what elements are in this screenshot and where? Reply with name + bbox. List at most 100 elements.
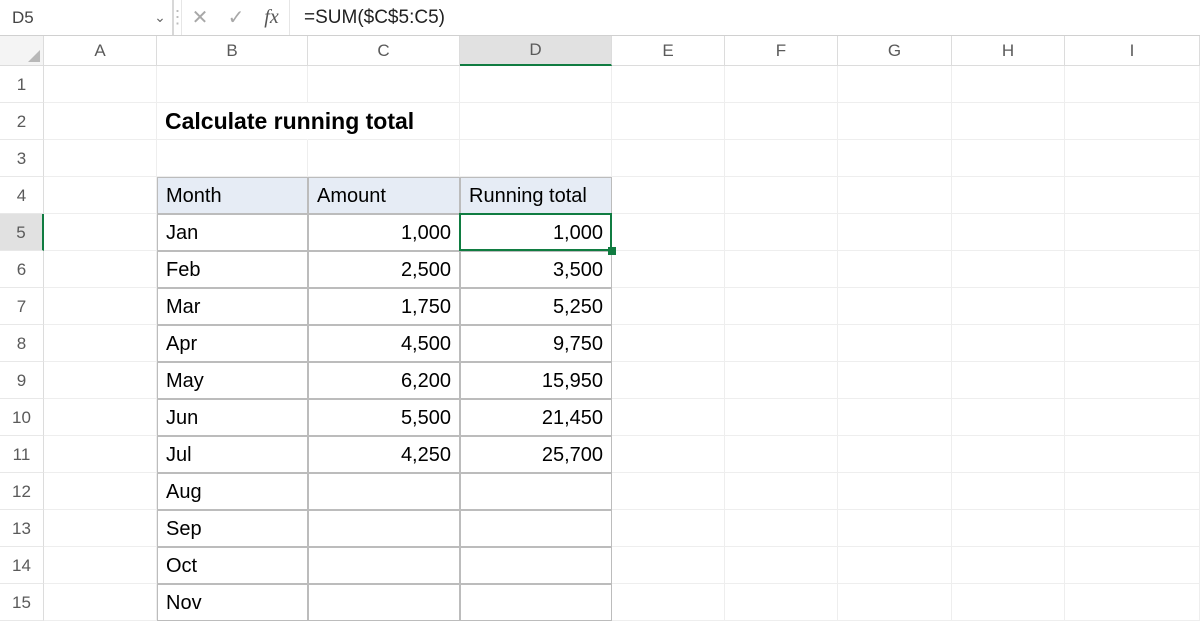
cell[interactable] <box>952 251 1065 288</box>
col-header-h[interactable]: H <box>952 36 1065 66</box>
table-header-running-total[interactable]: Running total <box>460 177 612 214</box>
cell[interactable] <box>952 399 1065 436</box>
table-header-amount[interactable]: Amount <box>308 177 460 214</box>
cell-amount[interactable] <box>308 584 460 621</box>
cell[interactable] <box>612 436 725 473</box>
cell[interactable] <box>44 214 157 251</box>
cell[interactable] <box>1065 288 1200 325</box>
cell[interactable] <box>838 399 952 436</box>
cell[interactable] <box>44 362 157 399</box>
row-header-6[interactable]: 6 <box>0 251 44 288</box>
cell[interactable] <box>952 177 1065 214</box>
cell-amount[interactable]: 4,500 <box>308 325 460 362</box>
cell-amount[interactable] <box>308 473 460 510</box>
cell[interactable] <box>1065 66 1200 103</box>
cell[interactable] <box>952 362 1065 399</box>
cell[interactable] <box>460 103 612 140</box>
cell[interactable] <box>44 510 157 547</box>
row-header-15[interactable]: 15 <box>0 584 44 621</box>
cell[interactable] <box>44 251 157 288</box>
row-header-10[interactable]: 10 <box>0 399 44 436</box>
cell[interactable] <box>725 399 838 436</box>
cell[interactable] <box>952 325 1065 362</box>
cell[interactable] <box>1065 547 1200 584</box>
worksheet-title[interactable]: Calculate running total <box>157 103 308 140</box>
col-header-e[interactable]: E <box>612 36 725 66</box>
cell-month[interactable]: May <box>157 362 308 399</box>
cell[interactable] <box>725 473 838 510</box>
cell[interactable] <box>725 251 838 288</box>
cell-month[interactable]: Feb <box>157 251 308 288</box>
cell[interactable] <box>44 140 157 177</box>
cell[interactable] <box>952 547 1065 584</box>
cell[interactable] <box>157 66 308 103</box>
cell[interactable] <box>1065 436 1200 473</box>
cell[interactable] <box>1065 177 1200 214</box>
cell-month[interactable]: Aug <box>157 473 308 510</box>
row-header-5[interactable]: 5 <box>0 214 44 251</box>
table-header-month[interactable]: Month <box>157 177 308 214</box>
cell[interactable] <box>1065 251 1200 288</box>
cell-month[interactable]: Jun <box>157 399 308 436</box>
cell-amount[interactable] <box>308 547 460 584</box>
cell[interactable] <box>612 288 725 325</box>
cell[interactable] <box>952 436 1065 473</box>
col-header-i[interactable]: I <box>1065 36 1200 66</box>
cell[interactable] <box>460 66 612 103</box>
cell[interactable] <box>44 288 157 325</box>
cell[interactable] <box>952 214 1065 251</box>
cell[interactable] <box>838 510 952 547</box>
cell[interactable] <box>725 547 838 584</box>
cell-amount[interactable]: 2,500 <box>308 251 460 288</box>
row-header-14[interactable]: 14 <box>0 547 44 584</box>
cell-running-total[interactable]: 25,700 <box>460 436 612 473</box>
cell-month[interactable]: Sep <box>157 510 308 547</box>
cell[interactable] <box>838 214 952 251</box>
row-header-13[interactable]: 13 <box>0 510 44 547</box>
cell[interactable] <box>1065 362 1200 399</box>
cell[interactable] <box>1065 510 1200 547</box>
cell[interactable] <box>1065 473 1200 510</box>
cell[interactable] <box>838 103 952 140</box>
col-header-a[interactable]: A <box>44 36 157 66</box>
row-header-8[interactable]: 8 <box>0 325 44 362</box>
cell-running-total[interactable]: 9,750 <box>460 325 612 362</box>
cell[interactable] <box>1065 399 1200 436</box>
cell[interactable] <box>838 362 952 399</box>
cell[interactable] <box>612 177 725 214</box>
cell[interactable] <box>952 140 1065 177</box>
cell[interactable] <box>725 66 838 103</box>
cell[interactable] <box>308 66 460 103</box>
cell[interactable] <box>725 177 838 214</box>
cell[interactable] <box>952 473 1065 510</box>
cell[interactable] <box>44 177 157 214</box>
cell[interactable] <box>612 510 725 547</box>
cell-running-total[interactable]: 15,950 <box>460 362 612 399</box>
cell-amount[interactable]: 4,250 <box>308 436 460 473</box>
cell[interactable] <box>612 103 725 140</box>
cell[interactable] <box>44 103 157 140</box>
cell[interactable] <box>725 362 838 399</box>
vertical-dots-icon[interactable]: ⋮ <box>174 0 182 35</box>
cell[interactable] <box>612 251 725 288</box>
cell-amount[interactable] <box>308 510 460 547</box>
row-header-2[interactable]: 2 <box>0 103 44 140</box>
cell-running-total[interactable]: 3,500 <box>460 251 612 288</box>
cell[interactable] <box>952 66 1065 103</box>
cell[interactable] <box>838 66 952 103</box>
cell-amount[interactable]: 1,750 <box>308 288 460 325</box>
col-header-c[interactable]: C <box>308 36 460 66</box>
cell[interactable] <box>612 399 725 436</box>
cell-amount[interactable]: 1,000 <box>308 214 460 251</box>
col-header-b[interactable]: B <box>157 36 308 66</box>
cell[interactable] <box>460 140 612 177</box>
row-header-11[interactable]: 11 <box>0 436 44 473</box>
name-box[interactable]: D5 <box>12 0 148 36</box>
cell[interactable] <box>838 473 952 510</box>
cell-running-total[interactable] <box>460 584 612 621</box>
cell[interactable] <box>725 584 838 621</box>
cell[interactable] <box>952 103 1065 140</box>
cell-running-total[interactable]: 1,000 <box>460 214 612 251</box>
formula-input[interactable]: =SUM($C$5:C5) <box>290 0 1200 35</box>
cell[interactable] <box>838 325 952 362</box>
